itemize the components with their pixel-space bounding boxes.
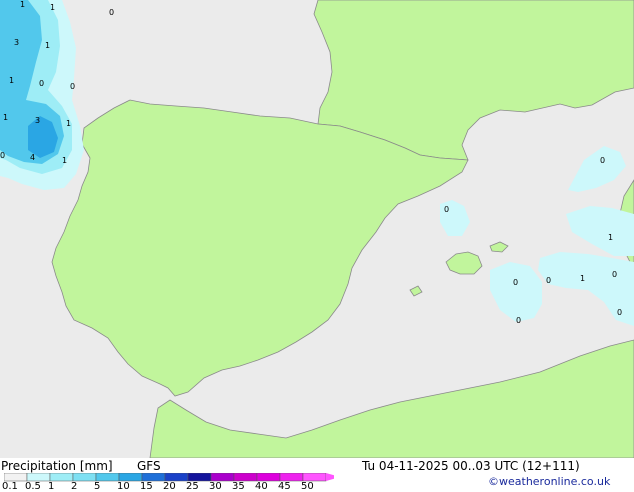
map-value-label: 1 bbox=[45, 41, 50, 50]
color-scale-swatch bbox=[95, 473, 120, 482]
map-value-label: 0 bbox=[70, 82, 75, 91]
color-scale-tick: 2 bbox=[71, 481, 78, 492]
color-scale-tick: 0.5 bbox=[25, 481, 41, 492]
color-scale-tick: 25 bbox=[186, 481, 199, 492]
map-value-label: 1 bbox=[580, 274, 585, 283]
color-scale-swatch bbox=[164, 473, 189, 482]
map-value-label: 1 bbox=[50, 3, 55, 12]
map-value-label: 0 bbox=[612, 270, 617, 279]
color-scale-swatch bbox=[187, 473, 212, 482]
color-scale-tick: 5 bbox=[94, 481, 101, 492]
map-value-label: 0 bbox=[617, 308, 622, 317]
color-scale-tick: 15 bbox=[140, 481, 153, 492]
color-scale-arrow bbox=[326, 473, 334, 481]
map-value-label: 1 bbox=[66, 119, 71, 128]
credit-text: ©weatheronline.co.uk bbox=[488, 475, 611, 488]
map-value-label: 0 bbox=[546, 276, 551, 285]
color-scale-swatch bbox=[210, 473, 235, 482]
map-value-label: 0 bbox=[109, 8, 114, 17]
color-scale-swatch bbox=[279, 473, 304, 482]
color-scale-tick: 1 bbox=[48, 481, 55, 492]
color-scale-tick: 35 bbox=[232, 481, 245, 492]
map-value-label: 1 bbox=[9, 76, 14, 85]
map-value-label: 1 bbox=[20, 0, 25, 9]
color-scale-tick: 10 bbox=[117, 481, 130, 492]
color-scale-swatch bbox=[233, 473, 258, 482]
map-value-label: 0 bbox=[444, 205, 449, 214]
map-value-label: 1 bbox=[3, 113, 8, 122]
color-scale-swatch bbox=[118, 473, 143, 482]
color-scale-tick: 20 bbox=[163, 481, 176, 492]
map-value-label: 3 bbox=[35, 116, 40, 125]
map-value-label: 0 bbox=[39, 79, 44, 88]
map-value-label: 1 bbox=[608, 233, 613, 242]
color-scale-swatch bbox=[26, 473, 51, 482]
map-value-label: 3 bbox=[14, 38, 19, 47]
color-scale-tick: 0.1 bbox=[2, 481, 18, 492]
map-value-label: 4 bbox=[30, 153, 35, 162]
color-scale-tick: 50 bbox=[301, 481, 314, 492]
color-scale-swatch bbox=[49, 473, 74, 482]
color-scale-tick: 45 bbox=[278, 481, 291, 492]
map-value-label: 0 bbox=[600, 156, 605, 165]
legend-title: Precipitation [mm] bbox=[1, 459, 113, 473]
map-value-label: 0 bbox=[513, 278, 518, 287]
color-scale-swatch bbox=[72, 473, 97, 482]
color-scale-swatch bbox=[141, 473, 166, 482]
color-scale-tick: 40 bbox=[255, 481, 268, 492]
color-scale-swatch bbox=[256, 473, 281, 482]
map-value-label: 0 bbox=[0, 151, 5, 160]
color-scale-swatch bbox=[4, 473, 28, 482]
color-scale-tick: 30 bbox=[209, 481, 222, 492]
map-value-label: 0 bbox=[516, 316, 521, 325]
model-name: GFS bbox=[137, 459, 161, 473]
color-scale-swatch bbox=[302, 473, 327, 482]
map-value-label: 1 bbox=[62, 156, 67, 165]
forecast-timestamp: Tu 04-11-2025 00..03 UTC (12+111) bbox=[362, 459, 580, 473]
precipitation-map: 1 1 0 3 1 1 0 0 1 3 1 0 4 1 0 0 1 0 1 0 … bbox=[0, 0, 634, 458]
